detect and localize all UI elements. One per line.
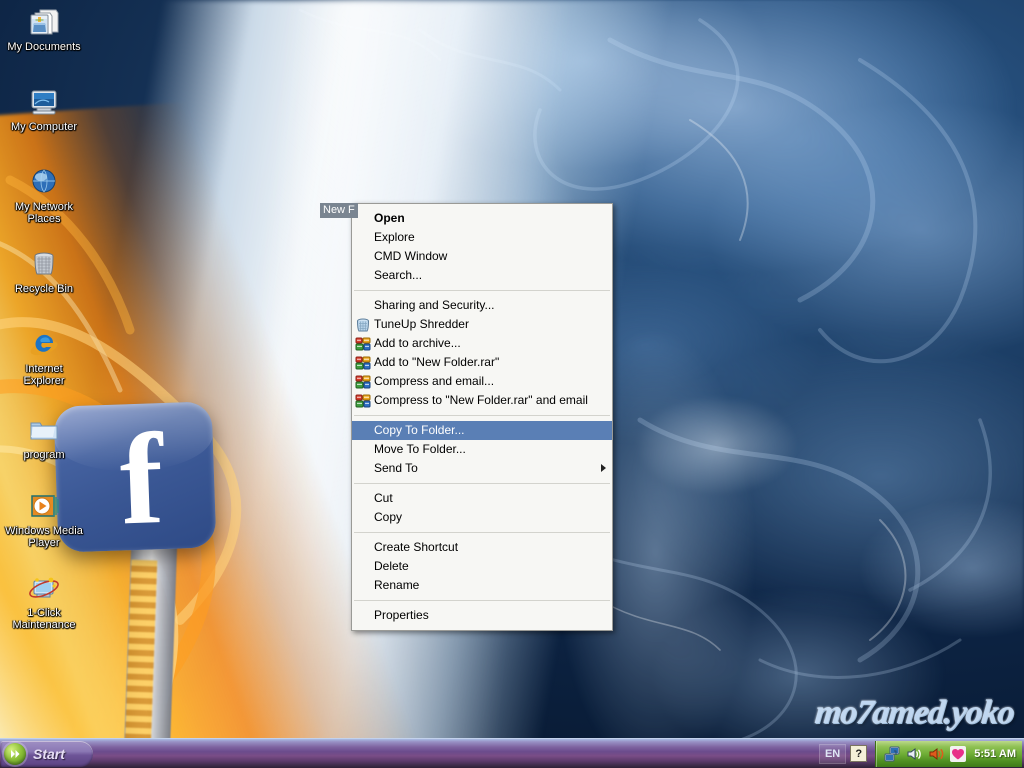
taskbar[interactable]: Start EN ? 5:51 AM — [0, 738, 1024, 768]
menu-item-sharing-and-security[interactable]: Sharing and Security... — [352, 296, 612, 315]
trash-bin-icon — [28, 248, 60, 280]
menu-item-label: Search... — [374, 268, 423, 282]
menu-item-label: Copy To Folder... — [374, 423, 465, 437]
winrar-icon — [355, 393, 371, 409]
menu-group: Copy To Folder... Move To Folder... Send T… — [352, 419, 612, 480]
double-chevron-right-icon — [4, 742, 26, 765]
selected-item-label: New F — [320, 203, 358, 218]
menu-item-tuneup-shredder[interactable]: TuneUp Shredder — [352, 315, 612, 334]
desktop-icon-recycle-bin[interactable]: Recycle Bin — [4, 248, 84, 295]
menu-item-label: Open — [374, 211, 405, 225]
desktop-icon-label: program — [23, 449, 65, 461]
internet-explorer-icon — [28, 328, 60, 360]
menu-item-label: Properties — [374, 608, 429, 622]
desktop-icon-label: 1-Click Maintenance — [12, 607, 76, 631]
desktop-icon-label: My Network Places — [14, 201, 74, 225]
menu-item-cut[interactable]: Cut — [352, 489, 612, 508]
menu-item-label: Cut — [374, 491, 393, 505]
menu-item-label: CMD Window — [374, 249, 448, 263]
menu-item-properties[interactable]: Properties — [352, 606, 612, 625]
desktop-icon-program[interactable]: program — [4, 414, 84, 461]
menu-separator — [354, 483, 610, 484]
facebook-f-glyph: f — [117, 407, 164, 553]
computer-icon — [28, 86, 60, 118]
menu-item-label: Delete — [374, 559, 409, 573]
desktop-icon-label: Internet Explorer — [23, 363, 65, 387]
menu-item-label: Rename — [374, 578, 420, 592]
start-button-label: Start — [33, 745, 65, 762]
menu-group: Create Shortcut Delete Rename — [352, 536, 612, 597]
menu-item-explore[interactable]: Explore — [352, 228, 612, 247]
menu-item-label: Send To — [374, 461, 418, 475]
menu-separator — [354, 290, 610, 291]
realtek-audio-icon[interactable] — [928, 746, 944, 762]
network-globe-icon — [28, 166, 60, 198]
desktop-icon-label: Windows Media Player — [5, 525, 83, 549]
menu-item-label: Create Shortcut — [374, 540, 459, 554]
menu-item-label: Add to "New Folder.rar" — [374, 355, 500, 369]
winrar-icon — [355, 336, 371, 352]
desktop-icon-label: My Documents — [7, 41, 81, 53]
menu-item-create-shortcut[interactable]: Create Shortcut — [352, 538, 612, 557]
help-question-icon[interactable]: ? — [850, 745, 868, 762]
heart-icon[interactable] — [950, 745, 967, 762]
desktop-icon-one-click-maintenance[interactable]: 1-Click Maintenance — [4, 572, 84, 631]
menu-item-compress-to-new-folder-rar-and-email[interactable]: Compress to "New Folder.rar" and email — [352, 391, 612, 410]
desktop-icon-my-documents[interactable]: My Documents — [4, 6, 84, 53]
maintenance-icon — [28, 572, 60, 604]
shredder-icon — [355, 317, 371, 333]
submenu-arrow-icon — [601, 464, 606, 472]
menu-item-delete[interactable]: Delete — [352, 557, 612, 576]
desktop-icon-my-computer[interactable]: My Computer — [4, 86, 84, 133]
desktop-icon-windows-media-player[interactable]: Windows Media Player — [4, 490, 84, 549]
menu-group: Open Explore CMD Window Search... — [352, 207, 612, 287]
folder-icon — [28, 414, 60, 446]
menu-item-compress-and-email[interactable]: Compress and email... — [352, 372, 612, 391]
menu-item-add-to-new-folder-rar[interactable]: Add to "New Folder.rar" — [352, 353, 612, 372]
menu-item-label: Copy — [374, 510, 403, 524]
menu-item-label: Add to archive... — [374, 336, 461, 350]
menu-item-search[interactable]: Search... — [352, 266, 612, 285]
menu-item-cmd-window[interactable]: CMD Window — [352, 247, 612, 266]
context-menu[interactable]: Open Explore CMD Window Search... Sharing an… — [351, 203, 613, 631]
desktop-icon-my-network-places[interactable]: My Network Places — [4, 166, 84, 225]
language-indicator[interactable]: EN — [818, 743, 847, 764]
menu-item-label: Sharing and Security... — [374, 298, 495, 312]
menu-item-label: TuneUp Shredder — [374, 317, 469, 331]
desktop[interactable]: f My Documents My Computer My Network Pl… — [0, 0, 1024, 768]
desktop-icon-internet-explorer[interactable]: Internet Explorer — [4, 328, 84, 387]
media-player-icon — [28, 490, 60, 522]
menu-separator — [354, 600, 610, 601]
system-tray[interactable]: 5:51 AM — [875, 740, 1022, 767]
menu-item-label: Compress and email... — [374, 374, 495, 388]
menu-item-label: Explore — [374, 230, 415, 244]
winrar-icon — [355, 355, 371, 371]
menu-group: Properties — [352, 604, 612, 627]
start-button[interactable]: Start — [1, 740, 93, 767]
menu-item-label: Move To Folder... — [374, 442, 466, 456]
network-connections-icon[interactable] — [884, 746, 900, 762]
menu-item-open[interactable]: Open — [352, 209, 612, 228]
menu-item-move-to-folder[interactable]: Move To Folder... — [352, 440, 612, 459]
desktop-icon-label: Recycle Bin — [14, 283, 74, 295]
menu-item-label: Compress to "New Folder.rar" and email — [374, 393, 588, 407]
desktop-icon-label: My Computer — [10, 121, 78, 133]
taskbar-clock[interactable]: 5:51 AM — [974, 748, 1016, 760]
wallpaper-watermark: mo7amed.yoko — [813, 694, 1016, 731]
winrar-icon — [355, 374, 371, 390]
menu-item-send-to[interactable]: Send To — [352, 459, 612, 478]
menu-group: Sharing and Security... TuneUp Shredder Ad… — [352, 294, 612, 412]
menu-group: Cut Copy — [352, 487, 612, 529]
menu-item-add-to-archive[interactable]: Add to archive... — [352, 334, 612, 353]
menu-item-copy-to-folder[interactable]: Copy To Folder... — [352, 421, 612, 440]
volume-speaker-icon[interactable] — [906, 746, 922, 762]
menu-item-rename[interactable]: Rename — [352, 576, 612, 595]
menu-separator — [354, 532, 610, 533]
menu-item-copy[interactable]: Copy — [352, 508, 612, 527]
folder-documents-icon — [28, 6, 60, 38]
menu-separator — [354, 415, 610, 416]
